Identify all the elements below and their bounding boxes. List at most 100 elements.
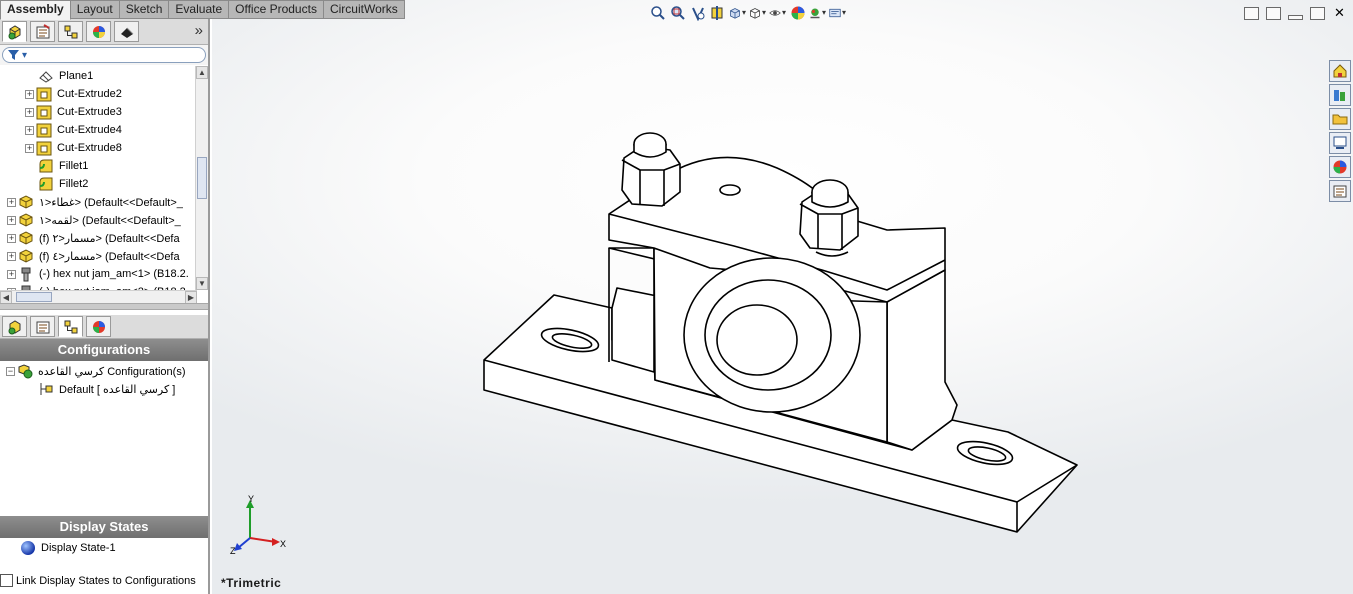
tree-horizontal-scrollbar[interactable]: ◀ ▶	[0, 290, 197, 304]
expand-toggle[interactable]: +	[25, 89, 34, 99]
configuration-manager-tab[interactable]	[58, 21, 83, 42]
task-pane-tabs	[1329, 60, 1353, 204]
config-default-row[interactable]: Default [ كرسي القاعده ]	[0, 380, 208, 398]
link-display-states-option[interactable]: Link Display States to Configurations	[0, 573, 196, 588]
tree-item-label: Cut-Extrude4	[57, 124, 122, 136]
graphics-area[interactable]: ✕	[212, 0, 1353, 594]
feature-tree: Plane1 + Cut-Extrude2 + Cut-Extrude3 + Cut-Ext…	[0, 66, 197, 290]
edit-appearance-button[interactable]	[789, 4, 806, 21]
scroll-up-arrow[interactable]: ▲	[196, 66, 208, 79]
configuration-manager-tab-lower[interactable]	[58, 316, 83, 337]
tree-item-label: (f) مسمار<٢> (Default<<Defa	[39, 232, 180, 245]
collapse-toggle[interactable]: −	[6, 366, 15, 376]
pillow-block-model[interactable]	[472, 120, 1092, 540]
panel-splitter[interactable]	[0, 303, 208, 310]
tab-sketch[interactable]: Sketch	[119, 0, 170, 19]
tree-item-label: لقمه<١> (Default<<Default>_	[39, 214, 181, 227]
cut-extrude-icon	[36, 123, 52, 138]
zoom-to-fit-icon	[650, 5, 665, 20]
h-scroll-thumb[interactable]	[16, 292, 52, 302]
part-icon	[19, 195, 33, 209]
expand-toggle[interactable]: +	[25, 143, 34, 153]
section-view-button[interactable]	[709, 4, 726, 21]
dimxpert-manager-tab[interactable]	[114, 21, 139, 42]
config-default-label: Default [ كرسي القاعده ]	[59, 383, 176, 396]
display-manager-tab-lower[interactable]	[86, 316, 111, 337]
tree-item[interactable]: Plane1	[0, 67, 197, 85]
link-display-states-checkbox[interactable]	[0, 574, 13, 587]
tree-item[interactable]: + (-) hex nut jam_am<1> (B18.2.	[0, 265, 197, 283]
appearance-icon	[92, 320, 105, 333]
hide-show-items-button[interactable]	[769, 4, 786, 21]
restore-button[interactable]	[1310, 7, 1325, 20]
expand-toggle[interactable]: +	[7, 269, 16, 279]
expand-toggle[interactable]: +	[25, 125, 34, 135]
design-library-tab[interactable]	[1329, 84, 1351, 106]
tree-item[interactable]: + (f) مسمار<٤> (Default<<Defa	[0, 247, 197, 265]
tree-item[interactable]: + Cut-Extrude3	[0, 103, 197, 121]
expand-toggle[interactable]: +	[7, 251, 16, 261]
expand-toggle[interactable]: +	[7, 197, 16, 207]
tree-item-label: Fillet2	[59, 178, 89, 190]
tree-item[interactable]: + (f) مسمار<٢> (Default<<Defa	[0, 229, 197, 247]
folder-icon	[1332, 114, 1348, 125]
apply-scene-button[interactable]	[809, 4, 826, 21]
property-manager-tab-lower[interactable]	[30, 316, 55, 337]
tree-item-label: Cut-Extrude3	[57, 106, 122, 118]
view-settings-button[interactable]	[829, 4, 846, 21]
tab-layout[interactable]: Layout	[70, 0, 120, 19]
view-orientation-button[interactable]	[729, 4, 746, 21]
dimxpert-icon	[120, 27, 133, 38]
display-style-button[interactable]	[749, 4, 766, 21]
tree-filter-input[interactable]: ▾	[2, 47, 206, 63]
tile-vertical-button[interactable]	[1266, 7, 1281, 20]
display-states-header: Display States	[0, 516, 208, 538]
custom-properties-tab[interactable]	[1329, 180, 1351, 202]
display-manager-tab[interactable]	[86, 21, 111, 42]
tree-item[interactable]: + لقمه<١> (Default<<Default>_	[0, 211, 197, 229]
scroll-down-arrow[interactable]: ▼	[196, 277, 208, 290]
tree-item[interactable]: Fillet1	[0, 157, 197, 175]
scroll-thumb[interactable]	[197, 157, 207, 199]
zoom-to-area-button[interactable]	[669, 4, 686, 21]
minimize-button[interactable]	[1288, 15, 1303, 20]
expand-toggle[interactable]: +	[7, 215, 16, 225]
expand-tabs-icon[interactable]: »	[195, 22, 203, 39]
tab-evaluate[interactable]: Evaluate	[169, 0, 230, 19]
apply-scene-icon	[810, 8, 820, 18]
tree-vertical-scrollbar[interactable]: ▲ ▼	[195, 66, 208, 290]
expand-toggle[interactable]: +	[25, 107, 34, 117]
zoom-to-fit-button[interactable]	[649, 4, 666, 21]
part-icon	[19, 213, 33, 227]
fillet-icon	[39, 177, 53, 191]
display-state-row[interactable]: Display State-1	[0, 539, 208, 557]
view-settings-icon	[829, 8, 841, 17]
tree-item[interactable]: + Cut-Extrude4	[0, 121, 197, 139]
feature-manager-tab-lower[interactable]	[2, 316, 27, 337]
feature-manager-tab[interactable]	[2, 21, 27, 42]
config-root-row[interactable]: − كرسي القاعده Configuration(s)	[0, 362, 208, 380]
part-icon	[19, 249, 33, 263]
heads-up-view-toolbar	[649, 4, 849, 21]
tab-office-products[interactable]: Office Products	[229, 0, 324, 19]
tree-item-label: غطاء<١> (Default<<Default>_	[39, 196, 183, 209]
tree-item[interactable]: Fillet2	[0, 175, 197, 193]
tree-item[interactable]: + Cut-Extrude8	[0, 139, 197, 157]
property-manager-tab[interactable]	[30, 21, 55, 42]
previous-view-button[interactable]	[689, 4, 706, 21]
configuration-manager-icon	[64, 320, 77, 333]
tree-item[interactable]: +(-) hex nut jam_am<2> (B18.2.	[0, 283, 197, 290]
appearances-scenes-tab[interactable]	[1329, 156, 1351, 178]
tab-assembly[interactable]: Assembly	[0, 0, 71, 20]
tab-circuitworks[interactable]: CircuitWorks	[323, 0, 405, 19]
feature-manager-panel: » ▾ Plane1 + Cut-Extrude2 + Cut-Extrude3 + Cut…	[0, 19, 210, 594]
expand-toggle[interactable]: +	[7, 233, 16, 243]
tile-horizontal-button[interactable]	[1244, 7, 1259, 20]
view-palette-tab[interactable]	[1329, 132, 1351, 154]
file-explorer-tab[interactable]	[1329, 108, 1351, 130]
solidworks-resources-tab[interactable]	[1329, 60, 1351, 82]
tree-item[interactable]: + غطاء<١> (Default<<Default>_	[0, 193, 197, 211]
tree-item[interactable]: + Cut-Extrude2	[0, 85, 197, 103]
cut-extrude-icon	[36, 87, 52, 102]
close-icon[interactable]: ✕	[1332, 6, 1347, 20]
